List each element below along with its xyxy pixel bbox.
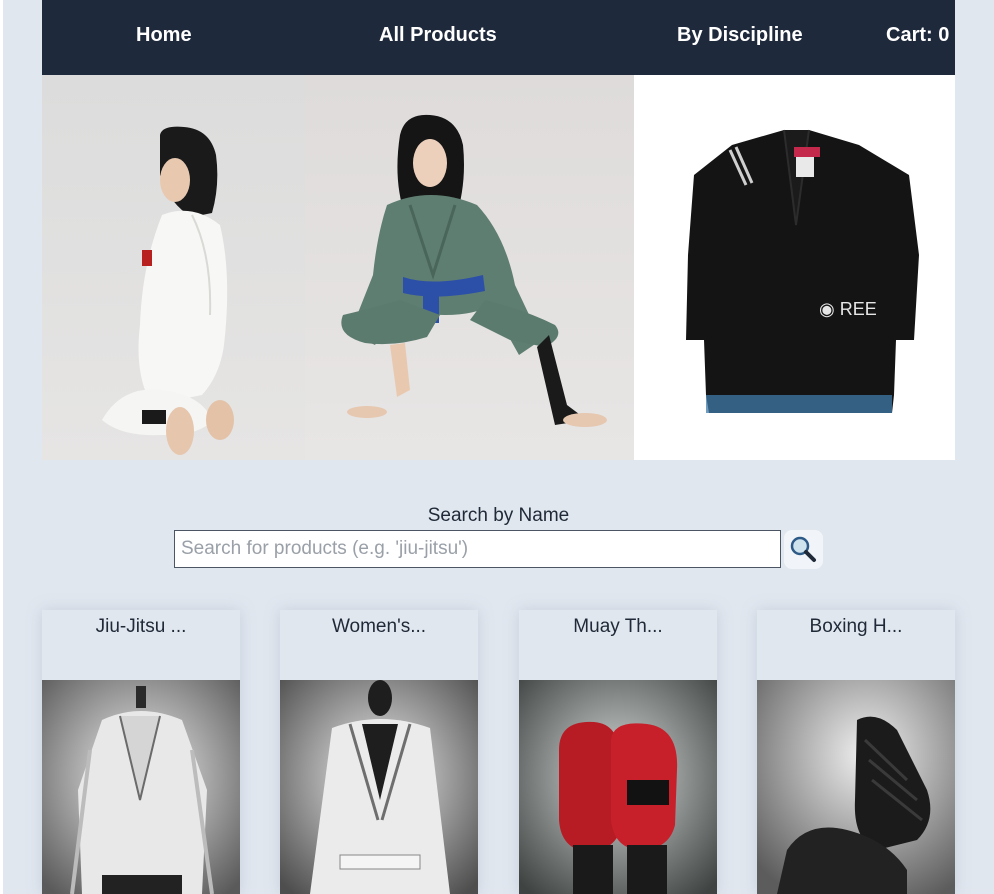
woman-in-white-gi-photo — [42, 75, 305, 460]
svg-text:◉ REE: ◉ REE — [819, 299, 877, 319]
page-edge — [0, 0, 3, 894]
search-label: Search by Name — [427, 505, 570, 526]
hero-banner: ◉ REE — [42, 75, 955, 460]
magnifier-icon — [790, 536, 816, 562]
page-container: Home All Products By Discipline Cart: 0 — [42, 0, 955, 894]
black-gi-product-photo: ◉ REE — [634, 75, 955, 460]
nav-by-discipline-link[interactable]: By Discipline — [677, 24, 803, 47]
product-title: Boxing H... — [809, 616, 903, 637]
product-title: Jiu-Jitsu ... — [95, 616, 187, 637]
red-boxing-gloves — [519, 680, 717, 894]
product-title: Muay Th... — [573, 616, 663, 637]
product-card[interactable]: Jiu-Jitsu ... — [42, 610, 240, 894]
top-nav: Home All Products By Discipline Cart: 0 — [42, 0, 955, 75]
product-title: Women's... — [331, 616, 427, 637]
product-card[interactable]: Boxing H... — [757, 610, 955, 894]
nav-home-link[interactable]: Home — [136, 24, 192, 47]
white-gi-on-mannequin — [42, 680, 240, 894]
black-hand-wraps — [757, 680, 955, 894]
nav-all-products-link[interactable]: All Products — [379, 24, 497, 47]
woman-in-green-gi-photo — [305, 75, 634, 460]
product-card[interactable]: Muay Th... — [519, 610, 717, 894]
nav-cart-link[interactable]: Cart: 0 — [886, 24, 949, 47]
search-input[interactable] — [174, 530, 781, 568]
search-button[interactable] — [784, 530, 823, 569]
white-gi-on-black-mannequin — [280, 680, 478, 894]
product-card[interactable]: Women's... — [280, 610, 478, 894]
